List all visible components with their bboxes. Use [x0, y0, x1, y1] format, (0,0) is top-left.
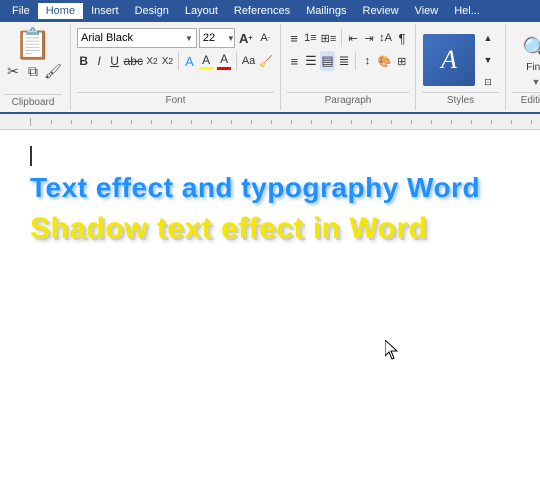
subscript-button[interactable]: X2 — [145, 51, 158, 71]
menu-bar: File Home Insert Design Layout Reference… — [0, 0, 540, 22]
menu-design[interactable]: Design — [127, 3, 177, 19]
menu-mailings[interactable]: Mailings — [298, 3, 354, 19]
format-painter-button[interactable]: 🖌 — [44, 62, 62, 80]
font-name-selector[interactable]: Arial Black ▼ — [77, 28, 197, 48]
menu-references[interactable]: References — [226, 3, 298, 19]
decrease-indent-button[interactable]: ⇤ — [346, 28, 360, 48]
font-color-button[interactable]: A — [216, 51, 232, 71]
ruler — [0, 114, 540, 130]
text-effects-button[interactable]: A — [183, 51, 196, 71]
superscript-button[interactable]: X2 — [161, 51, 174, 71]
paragraph-section: ≡ 1≡ ⊞≡ ⇤ ⇥ ↕A ¶ ≡ ☰ ▤ ≣ ↕ 🎨 — [281, 24, 416, 110]
grow-font-button[interactable]: A+ — [237, 28, 255, 48]
cut-button[interactable]: ✂ — [4, 62, 22, 80]
paragraph-label: Paragraph — [287, 92, 409, 108]
shrink-font-button[interactable]: A- — [256, 28, 274, 48]
clipboard-label: Clipboard — [4, 94, 62, 110]
styles-more-button[interactable]: ⊡ — [478, 72, 498, 92]
clipboard-section: 📋 ✂ ⧉ 🖌 Clipboard — [0, 24, 71, 110]
paste-button[interactable]: 📋 — [14, 30, 51, 60]
borders-button[interactable]: ⊞ — [394, 51, 409, 71]
document-line1[interactable]: Text effect and typography Word — [30, 172, 510, 204]
bold-button[interactable]: B — [77, 51, 90, 71]
font-size-dropdown-arrow[interactable]: ▼ — [227, 34, 235, 43]
menu-file[interactable]: File — [4, 3, 38, 19]
find-button[interactable]: 🔍 Find — [522, 36, 540, 73]
ribbon: 📋 ✂ ⧉ 🖌 Clipboard Arial Black ▼ — [0, 22, 540, 114]
editing-section: 🔍 Find ▼ Editing — [506, 24, 540, 110]
highlight-color-button[interactable]: A — [198, 51, 214, 71]
styles-label: Styles — [422, 92, 499, 108]
menu-view[interactable]: View — [407, 3, 447, 19]
align-left-button[interactable]: ≡ — [287, 51, 302, 71]
font-label: Font — [77, 92, 274, 108]
multilevel-list-button[interactable]: ⊞≡ — [320, 28, 338, 48]
menu-help[interactable]: Hel... — [446, 3, 488, 19]
document-line2[interactable]: Shadow text effect in Word — [30, 212, 510, 246]
font-section: Arial Black ▼ 22 ▼ A+ A- B I U abc — [71, 24, 281, 110]
align-right-button[interactable]: ▤ — [320, 51, 335, 71]
font-size-selector[interactable]: 22 ▼ — [199, 28, 235, 48]
line-spacing-button[interactable]: ↕ — [360, 51, 375, 71]
mouse-cursor — [385, 340, 399, 365]
font-size-input[interactable]: 22 — [203, 32, 227, 44]
italic-button[interactable]: I — [92, 51, 105, 71]
editing-label: Editing — [512, 92, 540, 108]
menu-home[interactable]: Home — [38, 3, 83, 19]
sort-button[interactable]: ↕A — [378, 28, 393, 48]
underline-button[interactable]: U — [108, 51, 121, 71]
strikethrough-button[interactable]: abc — [123, 51, 143, 71]
bullets-button[interactable]: ≡ — [287, 28, 301, 48]
copy-button[interactable]: ⧉ — [24, 62, 42, 80]
menu-review[interactable]: Review — [355, 3, 407, 19]
document-area[interactable]: Text effect and typography Word Shadow t… — [0, 130, 540, 450]
text-cursor — [30, 146, 32, 166]
justify-button[interactable]: ≣ — [337, 51, 352, 71]
styles-section: A ▲ ▼ ⊡ Styles — [416, 24, 506, 110]
increase-indent-button[interactable]: ⇥ — [362, 28, 376, 48]
numbering-button[interactable]: 1≡ — [303, 28, 318, 48]
font-name-dropdown-arrow[interactable]: ▼ — [185, 34, 193, 43]
show-paragraph-button[interactable]: ¶ — [395, 28, 409, 48]
change-case-button[interactable]: Aa — [241, 51, 256, 71]
cursor-position — [30, 146, 510, 166]
align-center-button[interactable]: ☰ — [304, 51, 319, 71]
shading-button[interactable]: 🎨 — [377, 51, 393, 71]
menu-layout[interactable]: Layout — [177, 3, 226, 19]
menu-insert[interactable]: Insert — [83, 3, 127, 19]
editing-dropdown[interactable]: ▼ — [532, 77, 540, 87]
styles-scroll-up[interactable]: ▲ — [478, 28, 498, 48]
styles-scroll-down[interactable]: ▼ — [478, 50, 498, 70]
clear-formatting-button[interactable]: 🧹 — [258, 51, 274, 71]
font-name-input[interactable]: Arial Black — [81, 32, 185, 44]
styles-gallery-button[interactable]: A — [423, 34, 475, 86]
